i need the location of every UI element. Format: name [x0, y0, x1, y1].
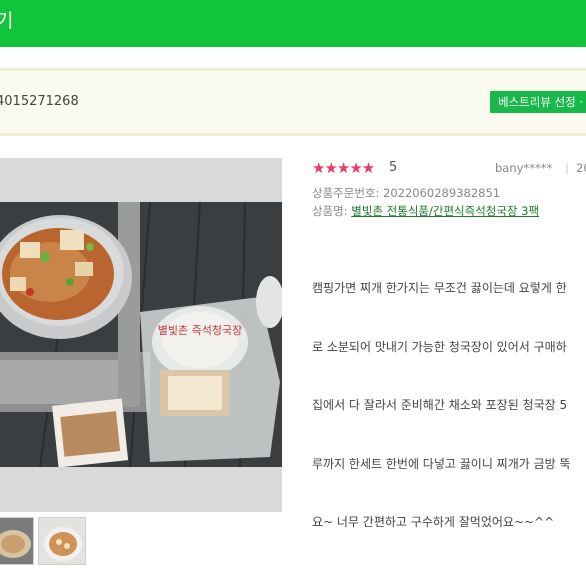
photo-thumbnail[interactable]: [0, 517, 34, 565]
page-title: 기: [0, 10, 14, 32]
review-panel: ★★★★★ 5 bany***** | 20 상품주문번호: 202206028…: [312, 158, 586, 558]
review-line: 캠핑가면 찌개 한가지는 무조건 끓이는데 요렇게 한: [312, 281, 567, 295]
product-label: 상품명:: [312, 204, 348, 218]
order-number-value: 2022060289382851: [383, 186, 501, 200]
best-review-badge[interactable]: 베스트리뷰 선정 ·: [490, 91, 586, 113]
top-header-bar: 기: [0, 0, 586, 47]
review-line: 요~ 너무 간편하고 구수하게 잘먹었어요~~^^: [312, 515, 555, 529]
rating-stars: ★★★★★: [312, 159, 375, 177]
order-number-row: 상품주문번호: 2022060289382851: [312, 185, 500, 201]
package-label: 별빛촌 즉석청국장: [158, 324, 242, 337]
review-photo-viewer[interactable]: 별빛촌 즉석청국장: [0, 158, 282, 512]
rating-value: 5: [389, 160, 398, 175]
camping-stew-photo: 별빛촌 즉석청국장: [0, 202, 282, 467]
review-line: 루까지 한세트 한번에 다넣고 끓이니 찌개가 금방 뚝: [312, 456, 571, 471]
photo-thumbnail[interactable]: [38, 517, 86, 565]
order-number: 4015271268: [0, 94, 79, 109]
thumbnail-image: [39, 518, 85, 564]
reviewer-id: bany*****: [495, 161, 553, 175]
review-date: 20: [576, 161, 586, 175]
review-line: 집에서 다 잘라서 준비해간 채소와 포장된 청국장 5: [312, 398, 568, 412]
review-line: 로 소분되어 맛내기 가능한 청국장이 있어서 구매하: [312, 339, 567, 354]
thumbnail-image: [0, 518, 33, 564]
review-body: 캠핑가면 찌개 한가지는 무조건 끓이는데 요렇게 한 로 소분되어 맛내기 가…: [312, 240, 586, 572]
meta-separator: |: [565, 161, 569, 175]
product-link[interactable]: 별빛촌 전통식품/간편식즉석청국장 3팩: [351, 204, 539, 218]
order-number-label: 상품주문번호:: [312, 186, 380, 200]
review-photo[interactable]: 별빛촌 즉석청국장: [0, 202, 282, 467]
product-row: 상품명: 별빛촌 전통식품/간편식즉석청국장 3팩: [312, 203, 539, 219]
